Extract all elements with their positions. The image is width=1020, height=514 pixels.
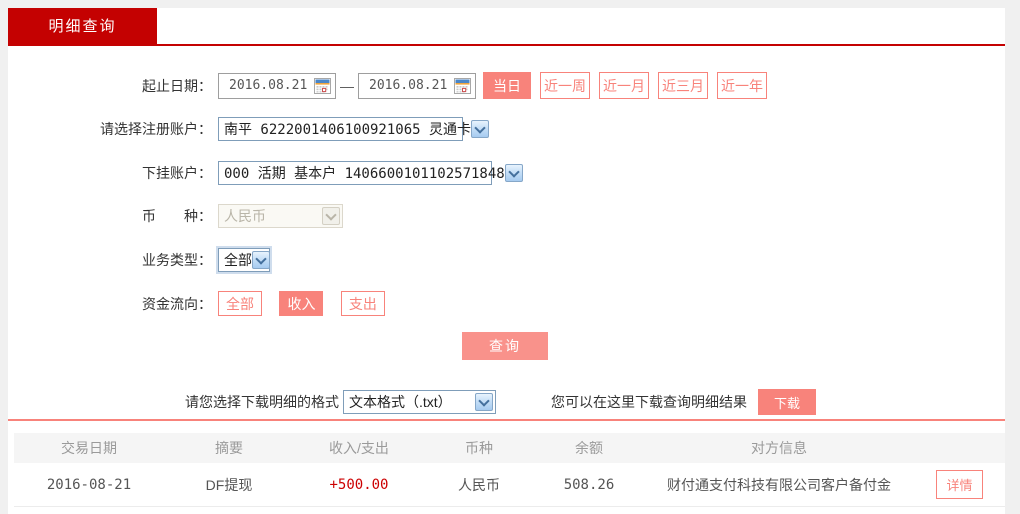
currency-select: 人民币 bbox=[218, 204, 343, 228]
fund-flow-options: 全部 收入 支出 bbox=[218, 291, 398, 316]
date-range-label: 起止日期： bbox=[8, 76, 212, 96]
end-date-value: 2016.08.21 bbox=[369, 78, 447, 93]
quick-range-week-button[interactable]: 近一周 bbox=[540, 72, 590, 99]
currency-label: 币 种： bbox=[8, 206, 212, 226]
header-income-expense: 收入/支出 bbox=[294, 438, 424, 458]
table-header-row: 交易日期 摘要 收入/支出 币种 余额 对方信息 bbox=[14, 433, 1005, 463]
currency-value: 人民币 bbox=[224, 206, 266, 226]
cell-action: 详情 bbox=[914, 470, 1005, 499]
quick-range-month-button[interactable]: 近一月 bbox=[599, 72, 649, 99]
quick-range-today-button[interactable]: 当日 bbox=[483, 72, 531, 99]
chevron-down-icon[interactable] bbox=[475, 393, 493, 411]
header-summary: 摘要 bbox=[164, 438, 294, 458]
header-trade-date: 交易日期 bbox=[14, 438, 164, 458]
query-button[interactable]: 查询 bbox=[462, 332, 548, 360]
chevron-down-icon bbox=[322, 207, 340, 225]
sub-account-row: 下挂账户： 000 活期 基本户 1406600101102571848 bbox=[8, 161, 1005, 185]
header-currency: 币种 bbox=[424, 438, 534, 458]
download-format-select[interactable]: 文本格式（.txt） bbox=[343, 390, 496, 414]
download-row: 请您选择下载明细的格式 文本格式（.txt） 您可以在这里下载查询明细结果 下载 bbox=[8, 389, 1005, 415]
start-date-value: 2016.08.21 bbox=[229, 78, 307, 93]
chevron-down-icon[interactable] bbox=[471, 120, 489, 138]
fund-flow-expense-button[interactable]: 支出 bbox=[341, 291, 385, 316]
register-account-value: 南平 6222001406100921065 灵通卡 bbox=[224, 119, 471, 139]
fund-flow-all-button[interactable]: 全部 bbox=[218, 291, 262, 316]
register-account-row: 请选择注册账户： 南平 6222001406100921065 灵通卡 bbox=[8, 117, 1005, 141]
sub-account-value: 000 活期 基本户 1406600101102571848 bbox=[224, 163, 505, 183]
register-account-select[interactable]: 南平 6222001406100921065 灵通卡 bbox=[218, 117, 463, 141]
download-format-value: 文本格式（.txt） bbox=[349, 392, 452, 412]
business-type-label: 业务类型： bbox=[8, 250, 212, 270]
query-form: 起止日期： 2016.08.21 — 2016.08.21 bbox=[8, 46, 1005, 507]
detail-button[interactable]: 详情 bbox=[936, 470, 982, 499]
fund-flow-label: 资金流向： bbox=[8, 294, 212, 314]
header-counterparty: 对方信息 bbox=[644, 438, 914, 458]
currency-row: 币 种： 人民币 bbox=[8, 204, 1005, 228]
download-format-label: 请您选择下载明细的格式 bbox=[185, 392, 339, 412]
cell-balance: 508.26 bbox=[534, 477, 644, 493]
chevron-down-icon[interactable] bbox=[505, 164, 523, 182]
results-table: 交易日期 摘要 收入/支出 币种 余额 对方信息 2016-08-21 DF提现… bbox=[14, 433, 1005, 507]
results-divider bbox=[8, 419, 1005, 421]
chevron-down-icon[interactable] bbox=[252, 251, 270, 269]
download-hint: 您可以在这里下载查询明细结果 bbox=[551, 392, 747, 412]
fund-flow-row: 资金流向： 全部 收入 支出 bbox=[8, 291, 1005, 316]
page: 明细查询 起止日期： 2016.08.21 — bbox=[8, 8, 1005, 514]
sub-account-select[interactable]: 000 活期 基本户 1406600101102571848 bbox=[218, 161, 492, 185]
business-type-select[interactable]: 全部 bbox=[218, 248, 270, 272]
end-date-input[interactable]: 2016.08.21 bbox=[358, 73, 476, 99]
date-range-row: 起止日期： 2016.08.21 — 2016.08.21 bbox=[8, 72, 1005, 99]
fund-flow-income-button[interactable]: 收入 bbox=[279, 291, 323, 316]
header-balance: 余额 bbox=[534, 438, 644, 458]
quick-range-quarter-button[interactable]: 近三月 bbox=[658, 72, 708, 99]
cell-summary: DF提现 bbox=[164, 475, 294, 495]
business-type-row: 业务类型： 全部 bbox=[8, 248, 1005, 272]
table-row: 2016-08-21 DF提现 +500.00 人民币 508.26 财付通支付… bbox=[14, 463, 1005, 507]
tab-bar: 明细查询 bbox=[8, 8, 1005, 46]
cell-amount: +500.00 bbox=[294, 477, 424, 493]
cell-currency: 人民币 bbox=[424, 475, 534, 495]
quick-range-year-button[interactable]: 近一年 bbox=[717, 72, 767, 99]
download-button[interactable]: 下载 bbox=[758, 389, 816, 415]
calendar-icon[interactable] bbox=[454, 78, 471, 94]
calendar-icon[interactable] bbox=[314, 78, 331, 94]
cell-trade-date: 2016-08-21 bbox=[14, 477, 164, 493]
date-separator: — bbox=[340, 78, 354, 94]
tab-detail-query[interactable]: 明细查询 bbox=[8, 8, 157, 46]
cell-counterparty: 财付通支付科技有限公司客户备付金 bbox=[644, 475, 914, 495]
sub-account-label: 下挂账户： bbox=[8, 163, 212, 183]
register-account-label: 请选择注册账户： bbox=[8, 119, 212, 139]
business-type-value: 全部 bbox=[224, 250, 252, 270]
start-date-input[interactable]: 2016.08.21 bbox=[218, 73, 336, 99]
